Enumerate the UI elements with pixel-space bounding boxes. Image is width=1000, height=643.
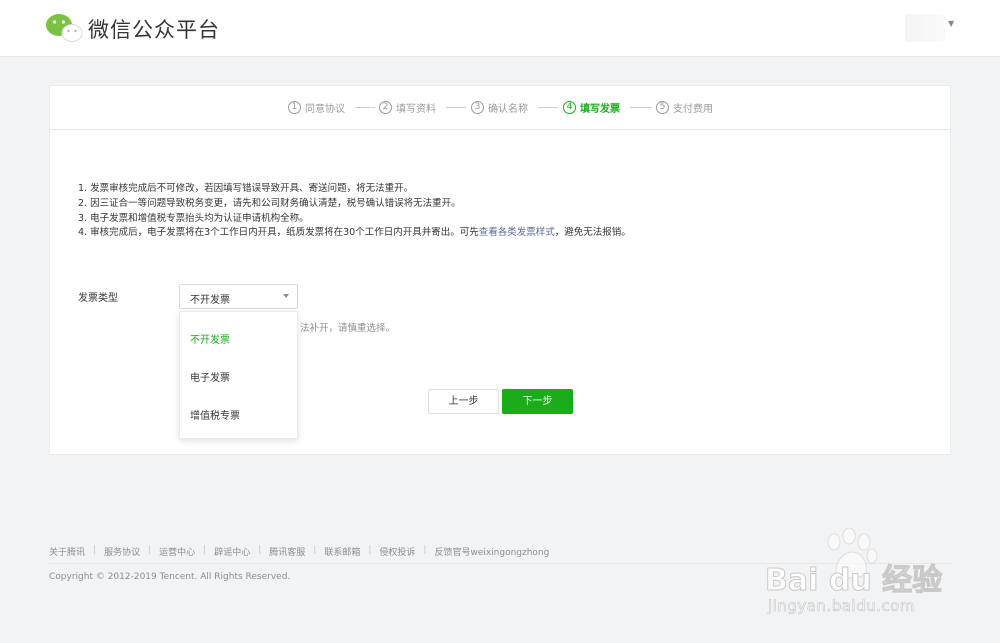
select-value: 不开发票 — [190, 295, 230, 306]
platform-title: 微信公众平台 — [88, 18, 220, 42]
footer-link[interactable]: 关于腾讯 — [49, 545, 85, 558]
next-step-button[interactable]: 下一步 — [502, 389, 573, 414]
step-number: 5 — [656, 101, 669, 114]
invoice-samples-link[interactable]: 查看各类发票样式 — [479, 227, 555, 238]
footer-link[interactable]: 辟谣中心 — [214, 545, 250, 558]
step-number: 4 — [563, 101, 576, 114]
wechat-logo-icon[interactable] — [45, 12, 83, 44]
step-1: 1 同意协议 — [288, 100, 345, 115]
note-4: 4. 审核完成后，电子发票将在3个工作日内开具，纸质发票将在30个工作日内开具并… — [78, 226, 631, 241]
footer-link[interactable]: 联系邮箱 — [324, 545, 360, 558]
account-caret-icon[interactable]: ▼ — [948, 19, 954, 28]
footer-separator: | — [423, 545, 427, 555]
main-panel: 1 同意协议 2 填写资料 3 确认名称 4 填写发票 5 支付费用 1. 发票… — [49, 85, 951, 455]
step-2: 2 填写资料 — [379, 100, 436, 115]
footer-link[interactable]: 腾讯客服 — [269, 545, 305, 558]
step-label: 支付费用 — [673, 104, 713, 115]
invoice-type-label: 发票类型 — [78, 293, 118, 304]
invoice-hint: 法补开，请慎重选择。 — [300, 323, 396, 334]
footer-links: 关于腾讯 | 服务协议 | 运营中心 | 辟谣中心 | 腾讯客服 | 联系邮箱 | 侵权投诉… — [49, 545, 549, 558]
note-2: 2. 因三证合一等问题导致税务变更，请先和公司财务确认清楚，税号确认错误将无法重… — [78, 197, 461, 209]
step-connector — [630, 107, 652, 108]
step-5: 5 支付费用 — [656, 100, 713, 115]
step-label: 确认名称 — [488, 104, 528, 115]
option-electronic-invoice[interactable]: 电子发票 — [190, 369, 230, 384]
note-3: 3. 电子发票和增值税专票抬头均为认证申请机构全称。 — [78, 212, 309, 224]
account-avatar[interactable] — [905, 14, 945, 42]
option-no-invoice[interactable]: 不开发票 — [190, 331, 230, 346]
footer-separator: | — [258, 545, 262, 555]
watermark-url: jingyan.baidu.com — [768, 597, 915, 616]
footer-separator: | — [93, 545, 97, 555]
footer-separator: | — [368, 545, 372, 555]
step-number: 3 — [471, 101, 484, 114]
invoice-notes: 1. 发票审核完成后不可修改，若因填写错误导致开具、寄送问题，将无法重开。 2.… — [78, 182, 631, 241]
step-label: 填写资料 — [396, 104, 436, 115]
footer-link[interactable]: 运营中心 — [159, 545, 195, 558]
step-4: 4 填写发票 — [563, 100, 620, 115]
step-3: 3 确认名称 — [471, 100, 528, 115]
watermark-text: Bai du 经验 — [764, 563, 943, 599]
note-1: 1. 发票审核完成后不可修改，若因填写错误导致开具、寄送问题，将无法重开。 — [78, 183, 414, 194]
step-connector — [538, 107, 558, 108]
step-label: 填写发票 — [580, 104, 620, 115]
footer-separator: | — [148, 545, 152, 555]
invoice-type-dropdown: 不开发票 电子发票 增值税专票 — [179, 311, 298, 439]
footer-link[interactable]: 侵权投诉 — [379, 545, 415, 558]
option-vat-special-invoice[interactable]: 增值税专票 — [190, 407, 240, 422]
top-bar: 微信公众平台 ▼ — [0, 0, 1000, 57]
invoice-type-select[interactable]: 不开发票 — [179, 284, 298, 309]
footer-separator: | — [313, 545, 317, 555]
footer-separator: | — [203, 545, 207, 555]
footer-link[interactable]: 反馈官号weixingongzhong — [434, 545, 549, 558]
step-indicator: 1 同意协议 2 填写资料 3 确认名称 4 填写发票 5 支付费用 — [50, 86, 950, 130]
step-number: 2 — [379, 101, 392, 114]
prev-step-button[interactable]: 上一步 — [428, 389, 499, 414]
chevron-down-icon — [283, 294, 289, 298]
step-connector — [446, 107, 466, 108]
note-4-text: 4. 审核完成后，电子发票将在3个工作日内开具，纸质发票将在30个工作日内开具并… — [78, 227, 479, 239]
step-number: 1 — [288, 101, 301, 114]
copyright: Copyright © 2012-2019 Tencent. All Right… — [49, 572, 291, 582]
footer-link[interactable]: 服务协议 — [104, 545, 140, 558]
step-label: 同意协议 — [305, 104, 345, 115]
note-4-tail: ，避免无法报销。 — [554, 227, 631, 239]
step-connector — [355, 107, 375, 108]
